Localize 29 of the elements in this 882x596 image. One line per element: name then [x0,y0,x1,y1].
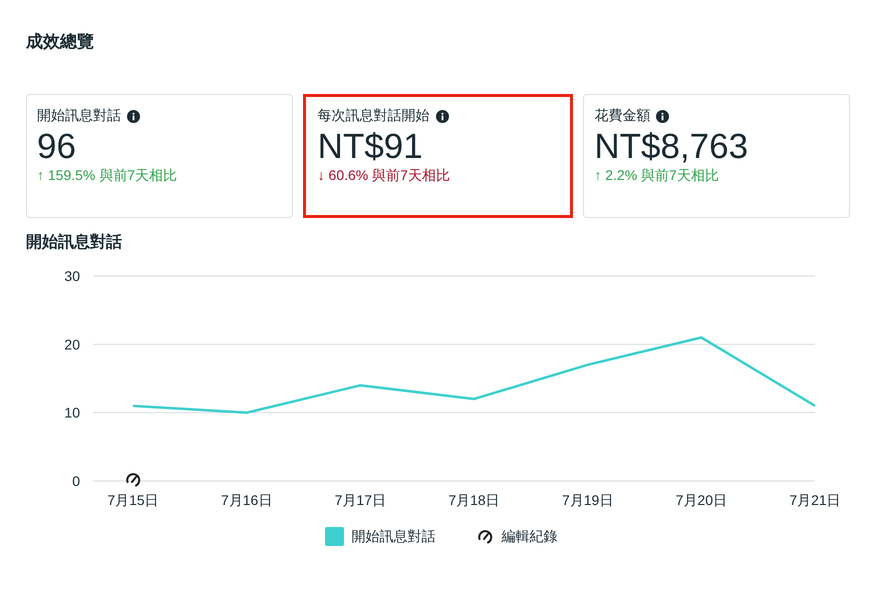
x-tick-label: 7月15日 [107,492,159,508]
x-tick-label: 7月17日 [334,492,386,508]
y-tick-label: 20 [64,336,80,352]
legend-label: 編輯紀錄 [502,528,558,546]
y-tick-label: 10 [64,404,80,421]
metric-label: 花費金額 [594,107,650,125]
metric-trend: ↑ 2.2% 與前7天相比 [594,167,719,185]
y-tick-label: 30 [64,268,80,284]
edit-log-icon [478,530,492,543]
metric-value: NT$8,763 [594,127,748,167]
y-tick-label: 0 [72,473,80,489]
info-icon[interactable] [127,110,140,122]
edit-log-icon [126,473,140,486]
chart-title: 開始訊息對話 [26,232,122,253]
info-icon[interactable] [436,110,449,122]
x-tick-label: 7月19日 [562,492,614,508]
info-icon[interactable] [656,110,670,122]
legend-label: 開始訊息對話 [352,528,436,546]
metric-trend: ↑ 159.5% 與前7天相比 [37,167,178,185]
metric-value: 96 [37,127,76,167]
metric-value: NT$91 [318,127,423,167]
x-tick-label: 7月21日 [789,492,841,508]
metric-label: 開始訊息對話 [37,107,121,125]
x-tick-label: 7月18日 [448,492,500,508]
page-title: 成效總覽 [26,31,94,53]
metric-label: 每次訊息對話開始 [318,107,430,125]
x-tick-label: 7月20日 [676,492,728,508]
metric-trend: ↓ 60.6% 與前7天相比 [318,167,450,185]
x-tick-label: 7月16日 [220,492,272,508]
